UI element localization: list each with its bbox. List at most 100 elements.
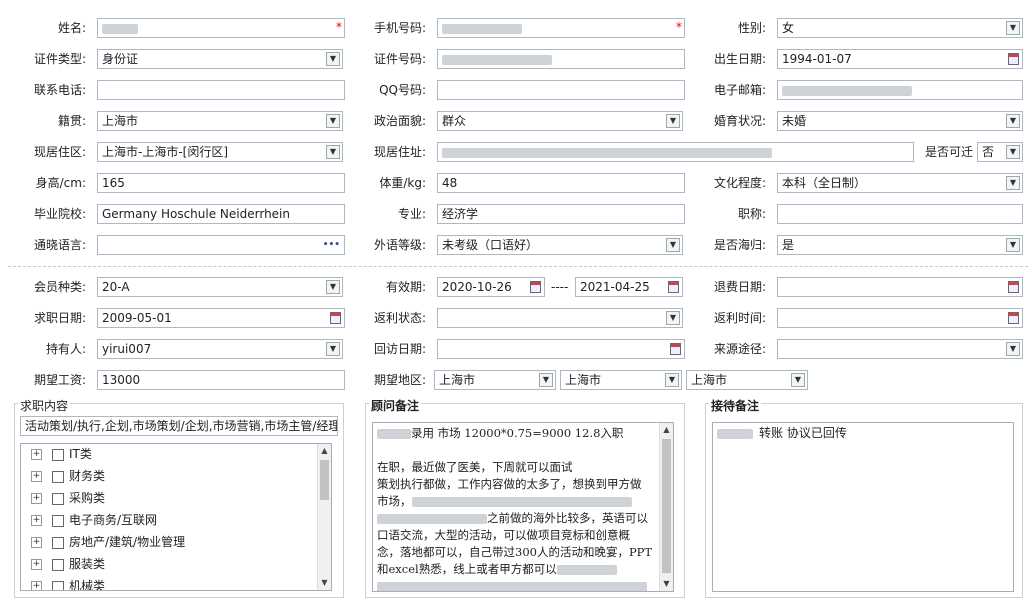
tree-item-label: 机械类 [69,579,106,591]
relocate-select[interactable]: 否 ▼ [977,142,1023,162]
name-field[interactable]: * [97,18,345,38]
tree-item[interactable]: + 财务类 [31,466,105,486]
checkbox[interactable] [52,514,64,527]
expand-icon[interactable]: + [31,581,42,590]
advisor-notes-textarea[interactable]: 录用 市场 12000*0.75=9000 12.8入职 在职，最近做了医美，下… [372,422,674,592]
calendar-icon[interactable] [530,281,541,293]
foreign-level-select[interactable]: 未考级（口语好） ▼ [437,235,683,255]
note-line: 在职，最近做了医美，下周就可以面试 [377,460,573,474]
scroll-thumb[interactable] [662,439,671,573]
chevron-down-icon[interactable]: ▼ [539,373,553,387]
gender-select[interactable]: 女 ▼ [777,18,1023,38]
area-select[interactable]: 上海市-上海市-[闵行区] ▼ [97,142,343,162]
birth-date-field[interactable]: 1994-01-07 [777,49,1023,69]
source-select[interactable]: ▼ [777,339,1023,359]
scroll-up-icon[interactable]: ▲ [660,423,673,437]
education-select[interactable]: 本科（全日制） ▼ [777,173,1023,193]
valid-to-field[interactable]: 2021-04-25 [575,277,683,297]
returnee-select[interactable]: 是 ▼ [777,235,1023,255]
political-select[interactable]: 群众 ▼ [437,111,683,131]
chevron-down-icon[interactable]: ▼ [666,114,680,128]
notes-scrollbar[interactable]: ▲ ▼ [659,423,673,591]
chevron-down-icon[interactable]: ▼ [791,373,805,387]
checkbox[interactable] [52,536,64,549]
checkbox[interactable] [52,470,64,483]
expand-icon[interactable]: + [31,515,42,526]
idno-field[interactable] [437,49,685,69]
reception-notes-textarea[interactable]: 转账 协议已回传 [712,422,1014,592]
expand-icon[interactable]: + [31,493,42,504]
refund-date-field[interactable] [777,277,1023,297]
salary-field[interactable]: 13000 [97,370,345,390]
scroll-up-icon[interactable]: ▲ [318,444,331,458]
mobile-field[interactable]: * [437,18,685,38]
valid-from-field[interactable]: 2020-10-26 [437,277,545,297]
scroll-down-icon[interactable]: ▼ [318,576,331,590]
scroll-down-icon[interactable]: ▼ [660,577,673,591]
expand-icon[interactable]: + [31,449,42,460]
calendar-icon[interactable] [1008,312,1019,324]
tree-item[interactable]: + 服装类 [31,554,105,574]
chevron-down-icon[interactable]: ▼ [665,373,679,387]
chevron-down-icon[interactable]: ▼ [666,311,680,325]
title-field[interactable] [777,204,1023,224]
chevron-down-icon[interactable]: ▼ [326,52,340,66]
idtype-select[interactable]: 身份证 ▼ [97,49,343,69]
checkbox[interactable] [52,448,64,461]
expand-icon[interactable]: + [31,537,42,548]
scroll-thumb[interactable] [320,460,329,500]
region-city-select[interactable]: 上海市 ▼ [560,370,682,390]
chevron-down-icon[interactable]: ▼ [326,280,340,294]
calendar-icon[interactable] [330,312,341,324]
holder-select[interactable]: yirui007 ▼ [97,339,343,359]
origin-select[interactable]: 上海市 ▼ [97,111,343,131]
chevron-down-icon[interactable]: ▼ [326,114,340,128]
note-blank-line [377,442,655,459]
language-field[interactable]: ••• [97,235,345,255]
checkbox[interactable] [52,558,64,571]
checkbox[interactable] [52,492,64,505]
chevron-down-icon[interactable]: ▼ [1006,238,1020,252]
job-category-tree[interactable]: + IT类 + 财务类 + 采购类 + 电子商务/互联网 + 房地产/建筑/物业管理 + 服… [20,443,332,591]
tree-item[interactable]: + 电子商务/互联网 [31,510,157,530]
expand-icon[interactable]: + [31,559,42,570]
visit-date-field[interactable] [437,339,685,359]
chevron-down-icon[interactable]: ▼ [1006,114,1020,128]
calendar-icon[interactable] [668,281,679,293]
chevron-down-icon[interactable]: ▼ [1006,176,1020,190]
weight-field[interactable]: 48 [437,173,685,193]
rebate-time-field[interactable] [777,308,1023,328]
chevron-down-icon[interactable]: ▼ [1006,342,1020,356]
calendar-icon[interactable] [670,343,681,355]
email-field[interactable] [777,80,1023,100]
tree-scrollbar[interactable]: ▲ ▼ [317,444,331,590]
school-field[interactable]: Germany Hoschule Neiderrhein [97,204,345,224]
chevron-down-icon[interactable]: ▼ [666,238,680,252]
chevron-down-icon[interactable]: ▼ [1006,145,1020,159]
chevron-down-icon[interactable]: ▼ [1006,21,1020,35]
more-icon[interactable]: ••• [323,236,340,254]
tree-item[interactable]: + IT类 [31,444,92,464]
tree-item[interactable]: + 机械类 [31,576,106,591]
phone-field[interactable] [97,80,345,100]
reception-notes-title: 接待备注 [709,397,762,414]
major-field[interactable]: 经济学 [437,204,685,224]
tree-item[interactable]: + 房地产/建筑/物业管理 [31,532,185,552]
marital-select[interactable]: 未婚 ▼ [777,111,1023,131]
expand-icon[interactable]: + [31,471,42,482]
qq-field[interactable] [437,80,685,100]
checkbox[interactable] [52,580,64,590]
tree-item[interactable]: + 采购类 [31,488,105,508]
job-selected-field[interactable]: 活动策划/执行,企划,市场策划/企划,市场营销,市场主管/经理 [20,416,338,436]
region-province-select[interactable]: 上海市 ▼ [434,370,556,390]
address-field[interactable] [437,142,914,162]
member-type-select[interactable]: 20-A ▼ [97,277,343,297]
calendar-icon[interactable] [1008,53,1019,65]
rebate-status-select[interactable]: ▼ [437,308,683,328]
calendar-icon[interactable] [1008,281,1019,293]
chevron-down-icon[interactable]: ▼ [326,342,340,356]
region-district-select[interactable]: 上海市 ▼ [686,370,808,390]
apply-date-field[interactable]: 2009-05-01 [97,308,345,328]
chevron-down-icon[interactable]: ▼ [326,145,340,159]
height-field[interactable]: 165 [97,173,345,193]
